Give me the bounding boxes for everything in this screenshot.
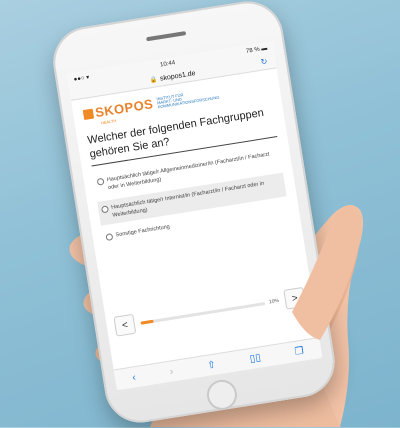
- scene: ●●○ ▾ 10:44 78 % ▬ 🔒 skopos1.de ↻ SKOPOS…: [0, 0, 400, 428]
- thumb-overlay: [292, 205, 362, 340]
- thumb-front: [292, 205, 362, 340]
